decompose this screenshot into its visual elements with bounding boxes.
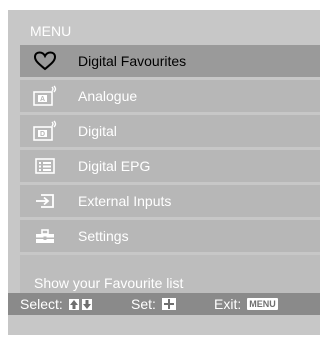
menu-item-label: Digital Favourites [78,53,187,69]
external-inputs-icon [30,189,60,213]
menu-item-digital[interactable]: D Digital [20,115,320,147]
svg-text:A: A [40,96,45,103]
menu-list: Digital Favourites A Analogue D Digital [20,45,320,255]
set-button-icon [161,298,176,310]
epg-icon [30,154,60,178]
help-select: Select: [20,296,93,312]
help-exit: Exit: MENU [214,296,278,312]
menu-item-digital-favourites[interactable]: Digital Favourites [20,45,320,77]
svg-text:D: D [40,131,45,138]
menu-item-external-inputs[interactable]: External Inputs [20,185,320,217]
help-set-label: Set: [131,296,156,312]
toolbox-icon [30,224,60,248]
help-set: Set: [131,296,176,312]
menu-item-analogue[interactable]: A Analogue [20,80,320,112]
analogue-tv-icon: A [30,84,60,108]
arrow-down-icon [81,298,92,310]
menu-item-settings[interactable]: Settings [20,220,320,252]
menu-item-digital-epg[interactable]: Digital EPG [20,150,320,182]
menu-item-label: Settings [78,228,129,244]
digital-tv-icon: D [30,119,60,143]
menu-item-label: Digital EPG [78,158,151,174]
arrow-up-icon [68,298,79,310]
menu-key-icon: MENU [247,298,278,310]
help-select-label: Select: [20,296,63,312]
item-description: Show your Favourite list [34,275,184,291]
menu-title: MENU [30,23,72,39]
help-exit-label: Exit: [214,296,242,312]
heart-icon [30,49,60,73]
menu-item-label: Analogue [78,88,138,104]
menu-item-label: Digital [78,123,117,139]
menu-item-label: External Inputs [78,193,172,209]
help-bar: Select: Set: Exit: MENU [8,293,320,315]
